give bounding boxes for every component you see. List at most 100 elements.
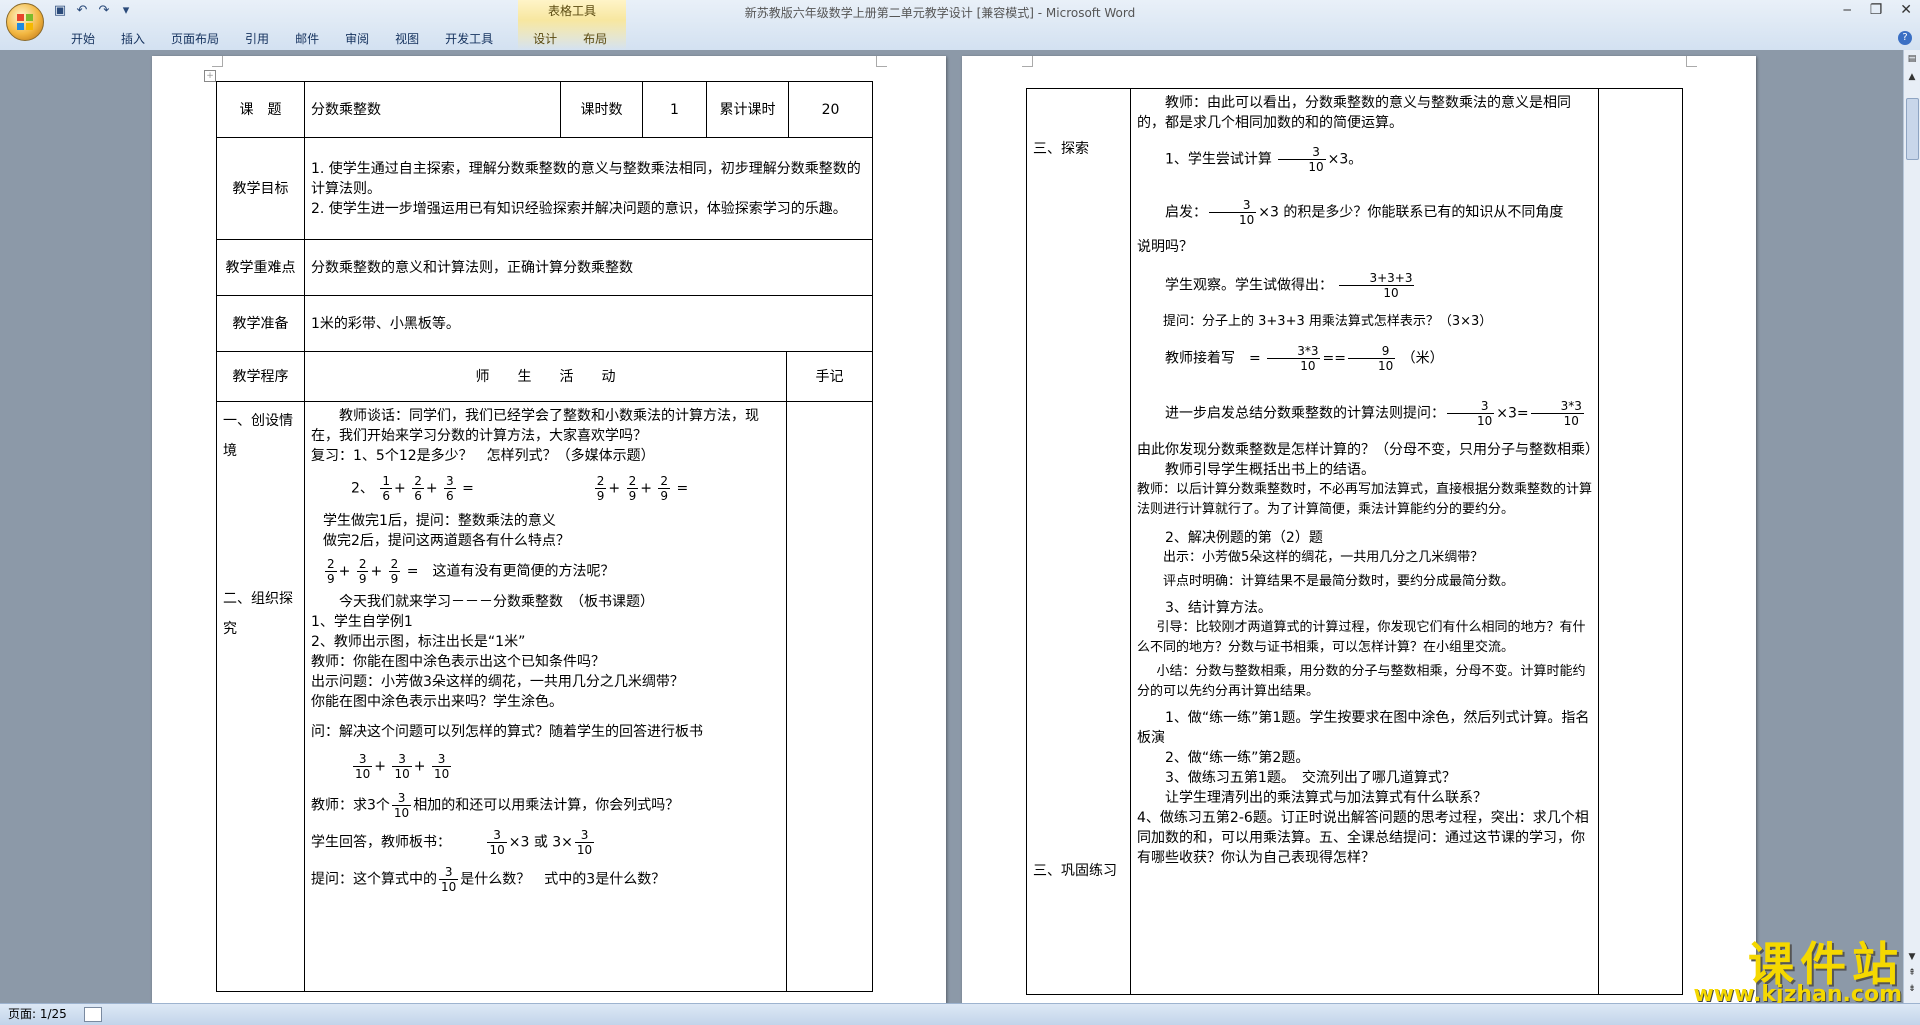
text-line: 让学生理清列出的乘法算式与加法算式有什么联系？ — [1165, 790, 1487, 806]
text-line: 2、教师出示图，标注出长是“1米” — [311, 634, 526, 650]
customize-qat-icon[interactable]: ▾ — [118, 3, 134, 19]
fraction: 3 10 — [391, 791, 412, 820]
text-line: 小结：分数与整数相乘，用分数的分子与整数相乘，分母不变。计算时能约分的可以先约分… — [1137, 664, 1586, 699]
lesson-table-procedure: 教学程序 师 生 活 动 手记 一、创设情境 二、组织探究 教师谈话：同学们，我… — [216, 351, 873, 992]
goal-item: 1. 使学生通过自主探索，理解分数乘整数的意义与整数乘法相同，初步理解分数乘整数… — [311, 160, 861, 197]
topic-value: 分数乘整数 — [304, 81, 561, 138]
help-icon[interactable]: ? — [1898, 31, 1912, 45]
notes-column — [786, 401, 873, 992]
text-line: 启发： 3 10 ×3 的积是多少？你能联系已有的知识从不同角度 — [1165, 198, 1564, 227]
next-page-icon[interactable]: ⇟ — [1905, 982, 1919, 996]
text-line: 学生回答，教师板书： 3 10 ×3 或 3× 3 10 — [311, 828, 595, 857]
text-line: 4、做练习五第2-6题。订正时说出解答问题的思考过程，突出：求几个相同加数的和，… — [1137, 810, 1589, 866]
proofing-icon[interactable] — [84, 1007, 102, 1022]
fraction: 29 — [325, 557, 337, 586]
stage-4-label: 三、巩固练习 — [1033, 863, 1117, 879]
goals-label: 教学目标 — [216, 137, 305, 240]
tab-references[interactable]: 引用 — [232, 30, 282, 48]
page-2: 三、探索 三、巩固练习 教师：由此可以看出，分数乘整数的意义与整数乘法的意义是相… — [962, 56, 1756, 1004]
tab-review[interactable]: 审阅 — [332, 30, 382, 48]
fraction: 3 10 — [392, 752, 412, 781]
topic-label: 课 题 — [216, 81, 305, 138]
tab-layout[interactable]: 布局 — [570, 30, 620, 48]
margin-mark — [1022, 56, 1033, 67]
text-line: 进一步启发总结分数乘整数的计算法则提问： 3 10 ×3= 3*3 10 — [1165, 399, 1584, 428]
redo-icon[interactable]: ↷ — [96, 3, 112, 19]
site-watermark-logo: 课件站 www.kjzhan.com — [1644, 928, 1904, 1008]
text-line: 评点时明确：计算结果不是最简分数时，要约分成最简分数。 — [1163, 574, 1515, 589]
previous-page-icon[interactable]: ⇞ — [1905, 966, 1919, 980]
maximize-icon[interactable]: ❐ — [1870, 2, 1883, 18]
preparation-label: 教学准备 — [216, 295, 305, 352]
table-move-handle-icon[interactable]: + — [204, 70, 216, 82]
tab-page-layout[interactable]: 页面布局 — [158, 30, 232, 48]
tab-view[interactable]: 视图 — [382, 30, 432, 48]
key-points-label: 教学重难点 — [216, 239, 305, 296]
fraction: 29 — [626, 474, 639, 503]
fraction: 3*3 10 — [1267, 344, 1321, 373]
hours-value: 1 — [642, 81, 707, 138]
text-line: 教师：以后计算分数乘整数时，不必再写加法算式，直接根据分数乘整数的计算法则进行计… — [1137, 482, 1593, 517]
text-line: 1、学生自学例1 — [311, 614, 413, 630]
page-1: + 课 题 分数乘整数 课时数 1 累计课时 20 教学目标 1. 使学生通过自… — [152, 56, 946, 1004]
total-hours-value: 20 — [788, 81, 873, 138]
context-tab-group-title: 表格工具 — [547, 4, 596, 18]
text-line: 1、学生尝试计算 3 10 ×3。 — [1165, 145, 1363, 174]
margin-mark — [1686, 56, 1697, 67]
fraction: 3 10 — [1278, 145, 1326, 174]
page-indicator[interactable]: 页面: 1/25 — [8, 1004, 67, 1025]
fraction: 3 10 — [353, 752, 373, 781]
fraction: 29 — [356, 557, 369, 586]
fraction: 3 10 — [1447, 399, 1495, 428]
stage-2-label: 二、组织探究 — [223, 591, 293, 637]
fraction: 3 10 — [487, 828, 507, 857]
status-bar: 页面: 1/25 — [0, 1003, 1920, 1025]
text-line: 教师接着写 = 3*3 10 == 9 10 （米） — [1165, 344, 1444, 373]
minimize-icon[interactable]: ‒ — [1843, 2, 1852, 18]
fraction: 29 — [594, 474, 607, 503]
review-expression: 2、 1 6 + 2 6 + 36 = 2 9 + 2 9 + 29 = — [351, 474, 689, 503]
text-line: 教师引导学生概括出书上的结语。 — [1165, 462, 1375, 478]
fraction: 3 10 — [439, 865, 459, 894]
ruler-toggle-icon[interactable]: ▤ — [1905, 52, 1919, 66]
activity-content: 教师：由此可以看出，分数乘整数的意义与整数乘法的意义是相同的，都是求几个相同加数… — [1130, 88, 1599, 995]
tab-developer[interactable]: 开发工具 — [432, 30, 506, 48]
vertical-scrollbar[interactable]: ▤ ▲ ▼ ⇞ ⇟ — [1903, 50, 1920, 1004]
activity-content: 教师谈话：同学们，我们已经学会了整数和小数乘法的计算方法，现在，我们开始来学习分… — [304, 401, 787, 992]
fraction: 3+3+3 10 — [1339, 271, 1415, 300]
scroll-up-icon[interactable]: ▲ — [1905, 70, 1919, 84]
text-line: 由此你发现分数乘整数是怎样计算的？（分母不变，只用分子与整数相乘） — [1137, 442, 1599, 458]
save-icon[interactable]: ▣ — [52, 3, 68, 19]
fraction: 36 — [444, 474, 456, 503]
procedure-label: 教学程序 — [216, 351, 305, 402]
goals-cell: 1. 使学生通过自主探索，理解分数乘整数的意义与整数乘法相同，初步理解分数乘整数… — [304, 137, 873, 240]
text-line: 说明吗？ — [1137, 239, 1193, 255]
scroll-thumb[interactable] — [1906, 98, 1919, 160]
text-line: 2、做“练一练”第2题。 — [1165, 750, 1310, 766]
tab-design[interactable]: 设计 — [520, 30, 570, 48]
text-line: 2、解决例题的第（2）题 — [1165, 530, 1323, 546]
text-line: 1、做“练一练”第1题。学生按要求在图中涂色，然后列式计算。指名板演 — [1137, 710, 1590, 746]
tab-mailings[interactable]: 邮件 — [282, 30, 332, 48]
office-button[interactable] — [6, 3, 44, 41]
scroll-down-icon[interactable]: ▼ — [1905, 950, 1919, 964]
tab-insert[interactable]: 插入 — [108, 30, 158, 48]
hours-label: 课时数 — [560, 81, 643, 138]
text-line: 教师：你能在图中涂色表示出这个已知条件吗？ — [311, 654, 605, 670]
text-line: 引导：比较刚才两道算式的计算过程，你发现它们有什么相同的地方？有什么不同的地方？… — [1137, 620, 1586, 655]
fraction: 9 10 — [1347, 344, 1396, 373]
stage-3-label: 三、探索 — [1033, 141, 1089, 157]
ribbon-tabs: 开始 插入 页面布局 引用 邮件 审阅 视图 开发工具 设计 布局 — [58, 30, 620, 48]
key-points-value: 分数乘整数的意义和计算法则，正确计算分数乘整数 — [304, 239, 873, 296]
text-line: 3、结计算方法。 — [1165, 600, 1272, 616]
text-line: 提问：分子上的 3+3+3 用乘法算式怎样表示？（3×3） — [1163, 314, 1493, 329]
text-line: 学生做完1后，提问：整数乘法的意义 — [323, 513, 556, 529]
undo-icon[interactable]: ↶ — [74, 3, 90, 19]
tab-home[interactable]: 开始 — [58, 30, 108, 48]
stage-1-label: 一、创设情境 — [223, 413, 293, 459]
text-line: 提问：这个算式中的 3 10 是什么数？ 式中的3是什么数？ — [311, 865, 666, 894]
text-line: 出示问题：小芳做3朵这样的绸花，一共用几分之几米绸带？ — [311, 674, 684, 690]
addition-expression: 3 10 + 3 10 + 3 10 — [353, 752, 452, 781]
fraction: 3*3 10 — [1530, 399, 1584, 428]
close-icon[interactable]: ✕ — [1900, 2, 1912, 18]
